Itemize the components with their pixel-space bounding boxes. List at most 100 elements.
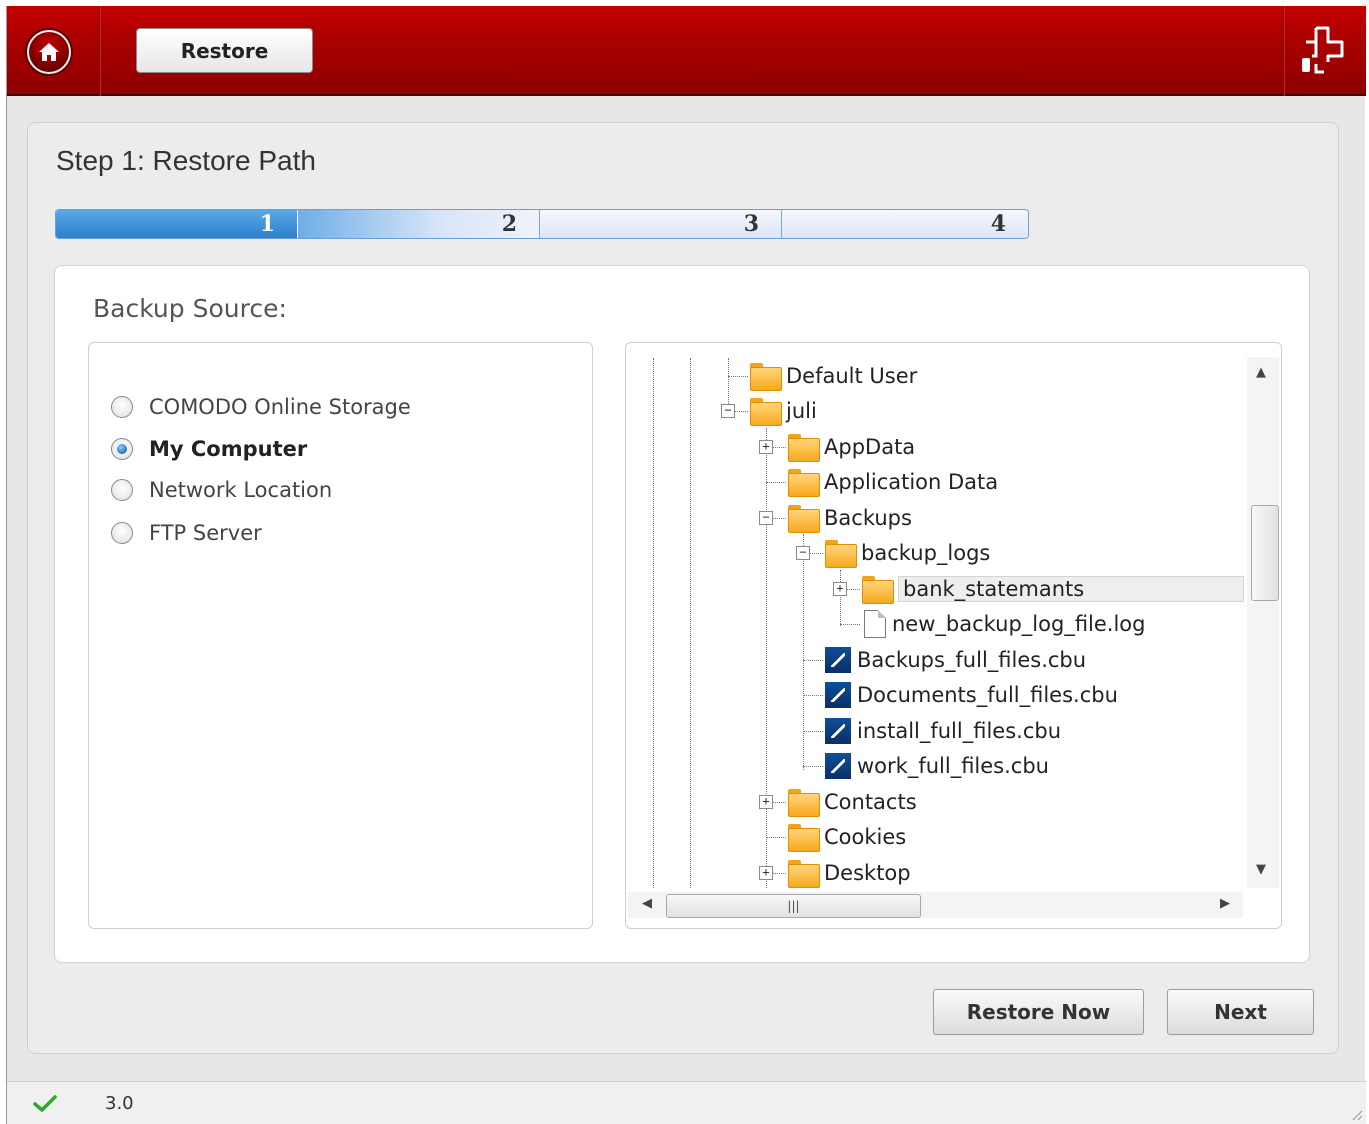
step-progress-bar: 1 2 3 4 xyxy=(55,209,1029,239)
option-comodo-online-storage[interactable]: COMODO Online Storage xyxy=(111,395,411,419)
horizontal-scroll-thumb[interactable]: ||| xyxy=(666,894,921,918)
tree-item-backup-logs[interactable]: backup_logs xyxy=(825,537,990,569)
file-icon xyxy=(864,610,886,638)
resize-grip-icon[interactable] xyxy=(1350,1108,1362,1120)
option-network-location[interactable]: Network Location xyxy=(111,478,332,502)
radio-button[interactable] xyxy=(111,479,133,501)
folder-icon xyxy=(750,398,782,426)
tree-item-label: backup_logs xyxy=(861,541,991,565)
tree-item-label: Documents_full_files.cbu xyxy=(857,683,1118,707)
folder-tree-box: − + − − + + + Default User juli AppData … xyxy=(625,342,1282,929)
tree-connector xyxy=(803,731,823,732)
tree-item-cookies[interactable]: Cookies xyxy=(788,821,906,853)
tree-connector xyxy=(773,447,786,448)
header-separator xyxy=(99,6,100,96)
header-separator xyxy=(1283,6,1284,96)
expand-toggle[interactable]: + xyxy=(759,440,773,454)
radio-button[interactable] xyxy=(111,522,133,544)
tree-connector xyxy=(847,589,860,590)
wizard-panel: Step 1: Restore Path 1 2 3 4 Backup Sour… xyxy=(27,122,1339,1054)
restore-tab[interactable]: Restore xyxy=(136,28,313,73)
horizontal-scrollbar[interactable]: ◀ ||| ▶ xyxy=(628,892,1243,918)
radio-button-selected[interactable] xyxy=(111,438,133,460)
tree-guide xyxy=(653,358,654,888)
folder-icon xyxy=(788,434,820,462)
progress-step-3: 3 xyxy=(540,210,782,238)
progress-step-1: 1 xyxy=(56,210,298,238)
home-icon xyxy=(39,43,59,61)
next-button[interactable]: Next xyxy=(1167,989,1314,1035)
option-ftp-server[interactable]: FTP Server xyxy=(111,521,262,545)
comodo-backup-logo xyxy=(1294,24,1350,84)
tree-item-label: install_full_files.cbu xyxy=(857,719,1062,743)
progress-step-4: 4 xyxy=(782,210,1028,238)
app-window: Restore Step 1: Restore Path 1 2 3 4 Bac… xyxy=(6,6,1366,1124)
checkmark-icon xyxy=(33,1095,57,1112)
tree-connector xyxy=(773,873,786,874)
tree-connector xyxy=(735,411,748,412)
restore-now-button[interactable]: Restore Now xyxy=(933,989,1144,1035)
vertical-scroll-thumb[interactable] xyxy=(1251,505,1279,601)
tree-item-cbu-file[interactable]: work_full_files.cbu xyxy=(825,750,1049,782)
tree-item-label: juli xyxy=(786,399,817,423)
folder-icon xyxy=(788,469,820,497)
tree-item-bank-statemants[interactable]: bank_statemants xyxy=(862,573,1244,605)
tree-item-contacts[interactable]: Contacts xyxy=(788,786,917,818)
tree-item-label: Application Data xyxy=(824,470,999,494)
option-label: Network Location xyxy=(149,478,333,502)
tree-connector xyxy=(803,660,823,661)
tree-item-desktop[interactable]: Desktop xyxy=(788,857,911,888)
tree-item-log-file[interactable]: new_backup_log_file.log xyxy=(864,608,1146,640)
folder-tree[interactable]: − + − − + + + Default User juli AppData … xyxy=(626,358,1246,888)
tree-connector xyxy=(766,482,786,483)
tree-guide xyxy=(803,534,804,770)
scroll-down-arrow-icon[interactable]: ▼ xyxy=(1256,862,1266,877)
collapse-toggle[interactable]: − xyxy=(759,511,773,525)
backup-source-panel: Backup Source: COMODO Online Storage My … xyxy=(54,265,1310,963)
cbu-file-icon xyxy=(825,753,851,779)
tree-item-label: Default User xyxy=(786,364,918,388)
vertical-scrollbar[interactable]: ▲ ▼ xyxy=(1247,357,1279,888)
expand-toggle[interactable]: + xyxy=(833,582,847,596)
tree-connector xyxy=(840,624,860,625)
cbu-file-icon xyxy=(825,682,851,708)
backup-logo-icon xyxy=(1302,26,1344,74)
tree-connector xyxy=(803,766,823,767)
tree-item-application-data[interactable]: Application Data xyxy=(788,466,998,498)
step-title: Step 1: Restore Path xyxy=(56,145,316,176)
collapse-toggle[interactable]: − xyxy=(796,546,810,560)
radio-button[interactable] xyxy=(111,396,133,418)
scroll-left-arrow-icon[interactable]: ◀ xyxy=(642,896,652,911)
folder-icon xyxy=(788,505,820,533)
tree-item-label: Contacts xyxy=(824,790,917,814)
tree-item-default-user[interactable]: Default User xyxy=(750,360,917,392)
tree-item-juli[interactable]: juli xyxy=(750,395,817,427)
tree-item-backups[interactable]: Backups xyxy=(788,502,912,534)
option-my-computer[interactable]: My Computer xyxy=(111,437,307,461)
tree-item-cbu-file[interactable]: Backups_full_files.cbu xyxy=(825,644,1086,676)
scroll-up-arrow-icon[interactable]: ▲ xyxy=(1256,365,1266,380)
cbu-file-icon xyxy=(825,647,851,673)
expand-toggle[interactable]: + xyxy=(759,795,773,809)
tree-item-label: work_full_files.cbu xyxy=(857,754,1049,778)
tree-item-label: new_backup_log_file.log xyxy=(892,612,1146,636)
folder-icon xyxy=(788,860,820,888)
expand-toggle[interactable]: + xyxy=(759,866,773,880)
tree-item-appdata[interactable]: AppData xyxy=(788,431,915,463)
tree-item-cbu-file[interactable]: install_full_files.cbu xyxy=(825,715,1061,747)
tree-item-label: AppData xyxy=(824,435,916,459)
cbu-file-icon xyxy=(825,718,851,744)
tree-connector xyxy=(803,695,823,696)
home-button[interactable] xyxy=(27,30,71,74)
tree-connector xyxy=(773,802,786,803)
status-bar: 3.0 xyxy=(7,1081,1366,1124)
header-bar: Restore xyxy=(7,6,1366,96)
scroll-right-arrow-icon[interactable]: ▶ xyxy=(1220,896,1230,911)
option-label: COMODO Online Storage xyxy=(149,395,411,419)
collapse-toggle[interactable]: − xyxy=(721,404,735,418)
version-label: 3.0 xyxy=(105,1093,134,1114)
tree-item-label: bank_statemants xyxy=(898,576,1244,602)
tree-connector xyxy=(773,518,786,519)
tree-item-cbu-file[interactable]: Documents_full_files.cbu xyxy=(825,679,1118,711)
folder-icon xyxy=(750,363,782,391)
